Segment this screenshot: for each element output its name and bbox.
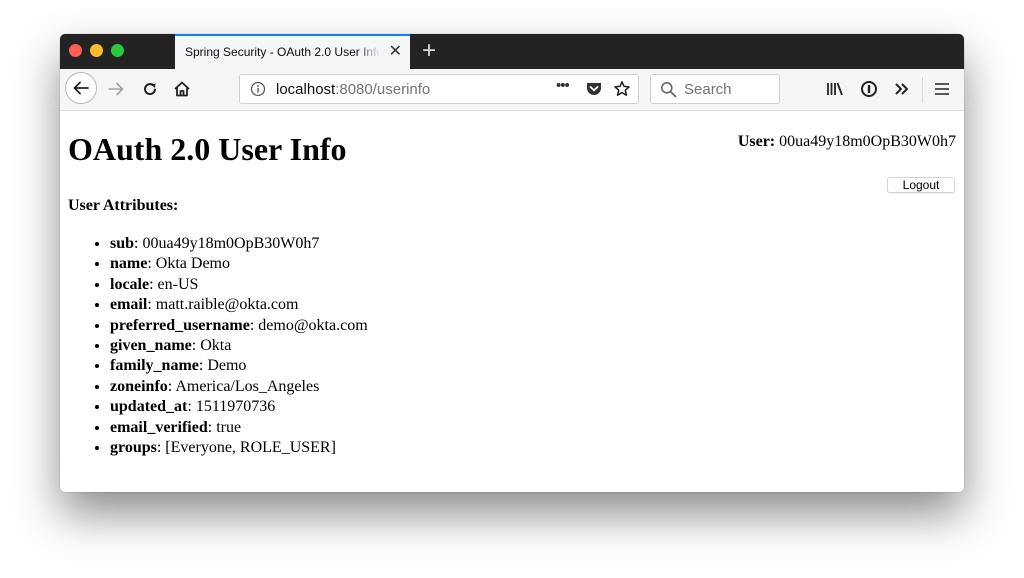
toolbar-separator (922, 77, 923, 103)
attribute-item: family_name: Demo (110, 356, 368, 376)
attribute-key: family_name (110, 357, 199, 375)
attribute-item: updated_at: 1511970736 (110, 397, 368, 417)
current-user: User: 00ua49y18m0OpB30W0h7 (738, 133, 956, 151)
forward-button[interactable] (104, 75, 128, 103)
attributes-heading: User Attributes: (68, 197, 179, 214)
window-minimize-button[interactable] (90, 44, 103, 57)
url-path: :8080/userinfo (335, 81, 431, 98)
attribute-value: matt.raible@okta.com (155, 296, 299, 314)
attribute-value: Okta Demo (155, 255, 230, 273)
window-close-button[interactable] (69, 44, 82, 57)
search-input[interactable]: Search (650, 74, 780, 104)
attributes-list: sub: 00ua49y18m0OpB30W0h7 name: Okta Dem… (68, 234, 368, 458)
attribute-item: locale: en-US (110, 275, 368, 295)
attribute-item: preferred_username: demo@okta.com (110, 316, 368, 336)
new-tab-button[interactable]: + (422, 36, 436, 66)
browser-window: Spring Security - OAuth 2.0 User Info ✕ … (60, 34, 964, 492)
window-maximize-button[interactable] (111, 44, 124, 57)
info-icon[interactable] (250, 81, 266, 97)
attribute-value: Okta (200, 337, 232, 355)
tab-active[interactable]: Spring Security - OAuth 2.0 User Info ✕ (175, 34, 410, 69)
search-placeholder: Search (684, 81, 732, 98)
attribute-value: 1511970736 (195, 398, 276, 416)
home-button[interactable] (170, 75, 194, 103)
attribute-value: Demo (207, 357, 247, 375)
attribute-key: sub (110, 235, 135, 252)
reload-button[interactable] (138, 75, 162, 103)
attribute-item: email_verified: true (110, 418, 368, 438)
attribute-value: 00ua49y18m0OpB30W0h7 (142, 235, 320, 252)
reload-icon (144, 83, 156, 96)
password-manager-button[interactable] (857, 76, 881, 102)
attribute-value: America/Los_Angeles (175, 377, 320, 395)
attribute-item: email: matt.raible@okta.com (110, 295, 368, 315)
search-icon (660, 81, 677, 98)
user-label: User: (737, 133, 776, 150)
main-menu-button[interactable] (930, 76, 954, 102)
attribute-value: true (216, 418, 242, 436)
attribute-key: zoneinfo (110, 377, 168, 395)
attribute-item: sub: 00ua49y18m0OpB30W0h7 (110, 234, 368, 254)
attribute-value: en-US (157, 275, 199, 293)
library-icon (827, 82, 843, 96)
url-bar[interactable]: localhost:8080/userinfo ••• (239, 74, 639, 104)
star-icon[interactable] (613, 80, 631, 98)
attribute-value: [Everyone, ROLE_USER] (165, 439, 336, 457)
home-icon (174, 81, 190, 97)
user-value: 00ua49y18m0OpB30W0h7 (779, 133, 956, 150)
url-text[interactable]: localhost:8080/userinfo (276, 81, 430, 98)
attribute-key: email_verified (110, 418, 208, 436)
library-button[interactable] (823, 76, 847, 102)
chevron-double-right-icon (895, 83, 908, 95)
navigation-toolbar: localhost:8080/userinfo ••• Search (60, 69, 964, 111)
back-button[interactable] (65, 72, 97, 104)
attribute-value: demo@okta.com (258, 316, 368, 334)
attribute-key: groups (110, 439, 157, 457)
attribute-item: groups: [Everyone, ROLE_USER] (110, 438, 368, 458)
url-host: localhost (276, 81, 336, 98)
attribute-key: email (110, 296, 148, 314)
tab-close-icon[interactable]: ✕ (389, 42, 402, 62)
attribute-item: zoneinfo: America/Los_Angeles (110, 377, 368, 397)
forward-arrow-icon (108, 82, 124, 96)
page-title: OAuth 2.0 User Info (68, 131, 347, 167)
attribute-item: name: Okta Demo (110, 254, 368, 274)
title-bar: Spring Security - OAuth 2.0 User Info ✕ … (60, 34, 964, 69)
attribute-key: given_name (110, 337, 192, 355)
tab-title: Spring Security - OAuth 2.0 User Info (185, 45, 380, 59)
page-content: OAuth 2.0 User Info User: 00ua49y18m0OpB… (60, 111, 964, 492)
attribute-key: locale (110, 275, 150, 293)
hamburger-menu-icon (935, 83, 949, 95)
logout-button[interactable]: Logout (887, 177, 955, 193)
attribute-key: name (110, 255, 148, 273)
1password-icon (861, 81, 877, 97)
attribute-key: updated_at (110, 398, 188, 416)
more-icon[interactable]: ••• (556, 77, 570, 94)
overflow-menu-button[interactable] (890, 76, 914, 102)
attribute-item: given_name: Okta (110, 336, 368, 356)
attribute-key: preferred_username (110, 316, 250, 334)
back-arrow-icon (73, 81, 89, 95)
pocket-icon[interactable] (585, 81, 603, 97)
